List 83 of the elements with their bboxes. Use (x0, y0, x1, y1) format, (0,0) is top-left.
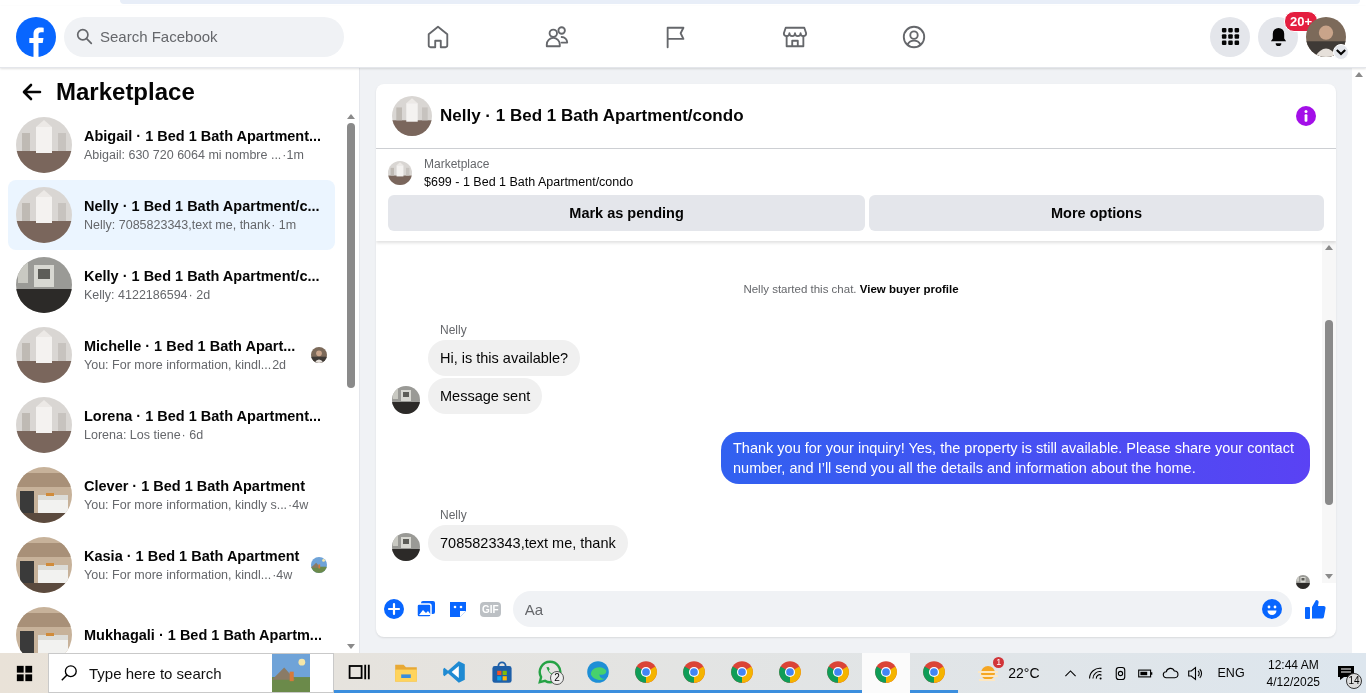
browser-icon (634, 659, 658, 684)
browser-icon (682, 659, 706, 684)
sender-name: Nelly (440, 323, 468, 337)
message-field[interactable]: Aa (512, 591, 1292, 627)
temperature: 22°C (1008, 665, 1040, 681)
action-button[interactable]: More options (869, 195, 1324, 231)
conversation-item[interactable]: Kasia · 1 Bed 1 Bath Apartment You: For more information, kindl...·4w (8, 530, 335, 600)
conversation-title: Abigail · 1 Bed 1 Bath Apartment... (84, 128, 322, 144)
browser-icon (586, 659, 610, 684)
message-bubble: 7085823343,text me, thank (428, 525, 628, 561)
timestamp: ·1m (282, 148, 304, 162)
message-preview: You: For more information, kindl... (84, 568, 272, 582)
conversation-title: Kasia · 1 Bed 1 Bath Apartment (84, 548, 299, 564)
app-badge: 2 (550, 671, 564, 685)
weather-badge: 1 (993, 657, 1005, 668)
back-arrow-icon[interactable] (22, 82, 42, 102)
conversation-item[interactable]: Michelle · 1 Bed 1 Bath Apart... You: For more information, kindl...2d (8, 320, 335, 390)
info-icon[interactable] (1296, 106, 1316, 126)
message-preview: You: For more information, kindl... (84, 358, 272, 372)
timestamp: · 1m (271, 218, 297, 232)
chat-title: Nelly · 1 Bed 1 Bath Apartment/condo (440, 106, 745, 126)
windows-start-icon[interactable] (15, 664, 33, 682)
timestamp: · 2d (188, 288, 211, 302)
sidebar-title: Marketplace (56, 78, 195, 106)
message-bubble: Hi, is this available? (428, 340, 581, 376)
volume-icon[interactable] (1186, 664, 1204, 682)
conversation-item[interactable]: Lorena · 1 Bed 1 Bath Apartment... Lorena: Los tiene· 6d (8, 390, 335, 460)
message-bubble: Message sent (428, 378, 543, 414)
browser-icon (778, 659, 802, 684)
timestamp: 2d (272, 358, 287, 372)
message-preview: You: For more information, kindly s... (84, 498, 288, 512)
conversation-title: Lorena · 1 Bed 1 Bath Apartment... (84, 408, 322, 424)
sender-name: Nelly (440, 508, 468, 522)
conversation-item[interactable]: Abigail · 1 Bed 1 Bath Apartment... Abigail: 630 720 6064 mi nombre ...·1m (8, 110, 335, 180)
listing-source: Marketplace (424, 157, 491, 171)
chat-notice: Nelly started this chat. View buyer profile (742, 283, 960, 295)
browser-icon (730, 659, 754, 684)
conversation-title: Michelle · 1 Bed 1 Bath Apart... (84, 338, 296, 354)
taskbar-app[interactable]: 2 (526, 653, 574, 693)
plus-icon[interactable] (384, 599, 404, 619)
timestamp: · 6d (181, 428, 204, 442)
weather-icon[interactable] (976, 663, 1001, 683)
buyer-profile-link[interactable]: View buyer profile (859, 283, 959, 295)
conversation-title: Nelly · 1 Bed 1 Bath Apartment/c... (84, 198, 320, 214)
message-preview: Lorena: Los tiene (84, 428, 181, 442)
browser-icon (826, 659, 850, 684)
bell-icon (1268, 27, 1288, 46)
conversation-item[interactable]: Clever · 1 Bed 1 Bath Apartment You: For more information, kindly s...·4w (8, 460, 335, 530)
emoji-icon[interactable] (1262, 599, 1282, 619)
conversation-title: Kelly · 1 Bed 1 Bath Apartment/c... (84, 268, 320, 284)
sticker-icon[interactable] (448, 599, 468, 619)
conversation-item[interactable]: Nelly · 1 Bed 1 Bath Apartment/c... Nelly: 7085823343,text me, thank· 1m (8, 180, 335, 250)
search-icon (76, 27, 93, 45)
friends-icon[interactable] (543, 23, 570, 50)
conversation-title: Clever · 1 Bed 1 Bath Apartment (84, 478, 307, 494)
clock-time[interactable]: 12:44 AM (1267, 657, 1319, 672)
conversation-title: Mukhagali · 1 Bed 1 Bath Apartm... (84, 627, 322, 643)
chat-scrollbar[interactable] (1322, 241, 1336, 583)
menu-button[interactable] (1210, 16, 1250, 57)
thumbs-up-icon[interactable] (1304, 598, 1326, 620)
shopping-bag-icon (490, 659, 514, 684)
language-indicator[interactable]: ENG (1217, 666, 1245, 680)
browser-icon (922, 659, 946, 684)
conversation-item[interactable]: Kelly · 1 Bed 1 Bath Apartment/c... Kelly: 4122186594· 2d (8, 250, 335, 320)
timestamp: ·4w (288, 498, 309, 512)
clock-date[interactable]: 4/12/2025 (1266, 674, 1320, 689)
search-icon (60, 664, 78, 682)
logo-icon[interactable] (16, 16, 56, 57)
groups-icon[interactable] (900, 23, 927, 50)
grid-icon (1220, 27, 1240, 46)
message-preview: Nelly: 7085823343,text me, thank (84, 218, 271, 232)
action-button[interactable]: Mark as pending (388, 195, 866, 231)
message-bubble: Thank you for your inquiry! Yes, the property is still available. Please share your contact number, and I’ll send you all the details and information about the home. (721, 432, 1310, 484)
timestamp: ·4w (272, 568, 293, 582)
listing-description: $699 - 1 Bed 1 Bath Apartment/condo (424, 175, 634, 189)
message-preview: Abigail: 630 720 6064 mi nombre ... (84, 148, 282, 162)
search-field[interactable]: Search Facebook (64, 16, 344, 57)
message-preview: Kelly: 4122186594 (84, 288, 188, 302)
code-editor-icon (442, 659, 466, 684)
page-scrollbar[interactable] (1352, 68, 1366, 653)
notification-count: 14 (1346, 673, 1362, 689)
image-icon[interactable] (416, 599, 436, 619)
browser-icon (874, 659, 898, 684)
